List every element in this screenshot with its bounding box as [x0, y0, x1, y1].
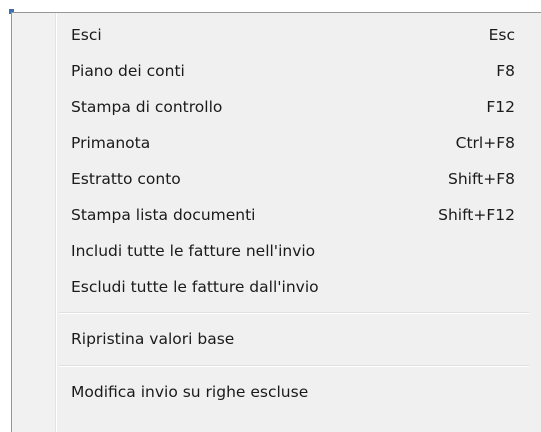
menu-item-shortcut: F8: [496, 62, 515, 80]
menu-item-label: Includi tutte le fatture nell'invio: [71, 242, 316, 260]
menu-item-modifica-invio[interactable]: Modifica invio su righe escluse: [12, 374, 530, 410]
menu-item-label: Primanota: [71, 134, 151, 152]
menu-item-shortcut: F12: [486, 98, 515, 116]
menu-separator: [59, 365, 529, 367]
context-menu: Esci Esc Piano dei conti F8 Stampa di co…: [11, 12, 541, 432]
menu-item-shortcut: Esc: [488, 26, 515, 44]
menu-item-label: Esci: [71, 26, 102, 44]
menu-item-includi-fatture[interactable]: Includi tutte le fatture nell'invio: [12, 233, 530, 269]
menu-item-shortcut: Shift+F12: [438, 206, 515, 224]
menu-item-esci[interactable]: Esci Esc: [12, 17, 530, 53]
menu-item-label: Escludi tutte le fatture dall'invio: [71, 278, 319, 296]
menu-item-label: Estratto conto: [71, 170, 181, 188]
menu-item-stampa-lista-documenti[interactable]: Stampa lista documenti Shift+F12: [12, 197, 530, 233]
menu-item-shortcut: Shift+F8: [448, 170, 515, 188]
menu-item-label: Stampa di controllo: [71, 98, 223, 116]
menu-item-label: Stampa lista documenti: [71, 206, 256, 224]
menu-item-stampa-di-controllo[interactable]: Stampa di controllo F12: [12, 89, 530, 125]
menu-item-primanota[interactable]: Primanota Ctrl+F8: [12, 125, 530, 161]
menu-item-estratto-conto[interactable]: Estratto conto Shift+F8: [12, 161, 530, 197]
menu-item-ripristina-valori-base[interactable]: Ripristina valori base: [12, 321, 530, 357]
menu-separator: [59, 312, 529, 314]
menu-item-escludi-fatture[interactable]: Escludi tutte le fatture dall'invio: [12, 269, 530, 305]
menu-item-label: Piano dei conti: [71, 62, 185, 80]
menu-item-shortcut: Ctrl+F8: [455, 134, 515, 152]
menu-item-piano-dei-conti[interactable]: Piano dei conti F8: [12, 53, 530, 89]
screen: Esci Esc Piano dei conti F8 Stampa di co…: [0, 0, 541, 432]
menu-item-label: Ripristina valori base: [71, 330, 235, 348]
menu-item-label: Modifica invio su righe escluse: [71, 383, 309, 401]
